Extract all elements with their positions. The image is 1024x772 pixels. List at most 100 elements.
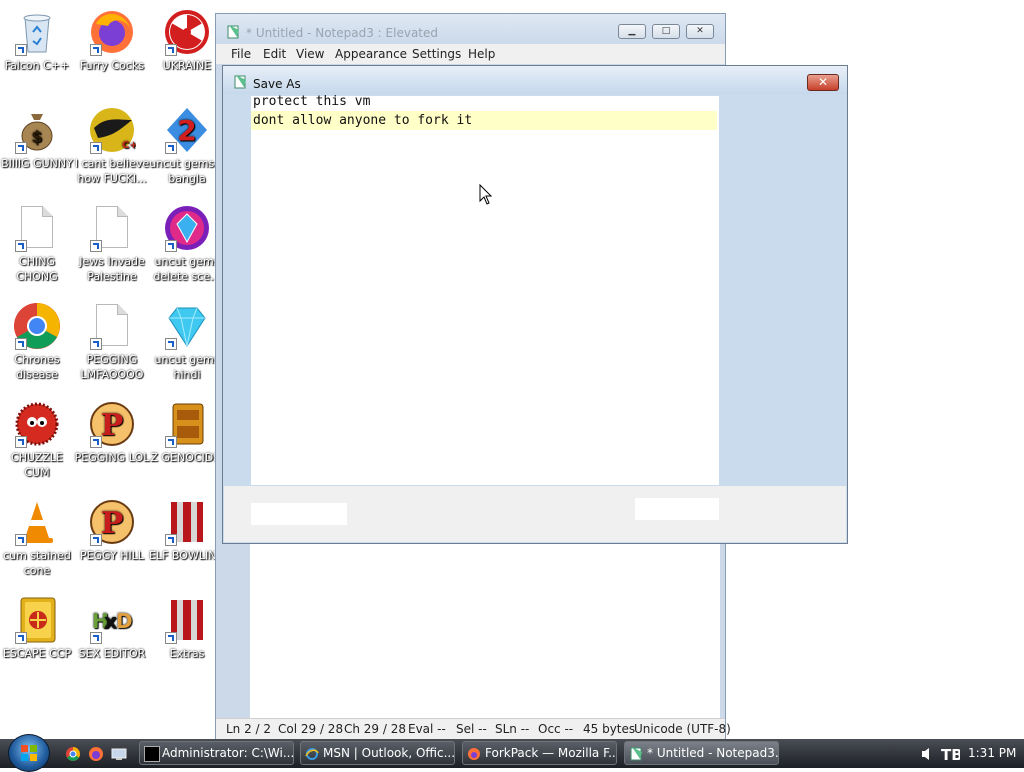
taskbar-item-msn[interactable]: MSN | Outlook, Offic... <box>300 741 455 765</box>
desktop-icon-label: Furry Cocks <box>79 59 145 72</box>
desktop-icon-ukraine[interactable]: UKRAINE <box>149 8 225 73</box>
desktop-icon-uncut-bangla[interactable]: 2 uncut gems 2 bangla <box>149 106 225 186</box>
chrome-icon[interactable] <box>65 746 81 762</box>
desktop-icon-chrones[interactable]: Chrones disease <box>0 302 75 382</box>
svg-text:P: P <box>101 408 124 443</box>
desktop-icon-label: PEGGING LOL <box>74 451 150 464</box>
desktop-icon-furry[interactable]: Furry Cocks <box>74 8 150 73</box>
start-button[interactable] <box>8 734 50 772</box>
desktop-icon-billig[interactable]: $ BIlllG GUNNY <box>0 106 75 171</box>
clock[interactable]: 1:31 PM <box>968 746 1016 760</box>
menu-appearance[interactable]: Appearance <box>335 47 407 61</box>
desktop-icon-peggy[interactable]: P PEGGY HILL <box>74 498 150 563</box>
desktop-icon-extras[interactable]: Extras <box>149 596 225 661</box>
status-column: Col 29 / 28 <box>278 722 344 736</box>
desktop-icon-label: uncut gems delete sce... <box>153 255 221 283</box>
taskbar-item-label: MSN | Outlook, Offic... <box>323 746 455 760</box>
desktop-icon-label: cum stained cone <box>3 549 71 577</box>
save-as-titlebar[interactable]: Save As ✕ <box>223 66 847 94</box>
desktop-icon-ching[interactable]: CHING CHONG <box>0 204 75 284</box>
recycle-bin-icon <box>13 8 61 56</box>
dialog-content-area[interactable]: protect this vm dont allow anyone to for… <box>251 94 719 485</box>
text-document-icon <box>88 204 136 252</box>
menu-view[interactable]: View <box>296 47 324 61</box>
desktop-icon-label: Jews Invade Palestine <box>79 255 145 283</box>
text-document-icon <box>13 204 61 252</box>
taskbar-item-label: Administrator: C:\Wi... <box>162 746 294 760</box>
firefox-icon <box>88 8 136 56</box>
eagle-cpp-icon: C++ <box>88 106 146 154</box>
desktop-icon-label: uncut gems 2 bangla <box>149 157 225 185</box>
menu-help[interactable]: Help <box>468 47 495 61</box>
show-desktop-icon[interactable] <box>111 746 127 762</box>
peggle-icon: P <box>88 400 136 448</box>
desktop-icon-escape[interactable]: ESCAPE CCP <box>0 596 75 661</box>
desktop-icon-sex-editor[interactable]: HxD SEX EDITOR <box>74 596 150 661</box>
tray-app-icon[interactable]: TB <box>940 745 960 763</box>
taskbar-item-label: * Untitled - Notepad3... <box>647 746 779 760</box>
dialog-footer-right-button[interactable] <box>635 498 719 520</box>
dialog-footer-left-field[interactable] <box>251 503 347 525</box>
close-button[interactable]: ✕ <box>686 24 714 39</box>
desktop-icon-icant[interactable]: C++ I cant believe how FUCKI... <box>74 106 150 186</box>
save-as-title: Save As <box>253 77 301 91</box>
desktop-icon-chuzzle[interactable]: CHUZZLE CUM <box>0 400 75 480</box>
status-char: Ch 29 / 28 <box>344 722 407 736</box>
minimize-icon: ▁ <box>628 26 636 36</box>
taskbar-item-firefox[interactable]: ForkPack — Mozilla F... <box>462 741 617 765</box>
svg-text:D: D <box>116 609 133 633</box>
status-eval: Eval -- <box>408 722 446 736</box>
ie-icon <box>305 746 319 760</box>
desktop-icon-pegging-lol[interactable]: P PEGGING LOL <box>74 400 150 465</box>
windows-logo-icon <box>21 745 37 761</box>
desktop-icon-label: I cant believe how FUCKI... <box>74 157 150 185</box>
firefox-icon <box>467 746 481 760</box>
diamond-icon <box>163 302 211 350</box>
desktop-icon-cone[interactable]: cum stained cone <box>0 498 75 578</box>
chrome-icon <box>13 302 61 350</box>
maximize-button[interactable]: □ <box>652 24 680 39</box>
mahjong-icon <box>13 596 61 644</box>
volume-icon[interactable] <box>920 747 934 761</box>
desktop-icon-label: Extras <box>169 647 205 660</box>
status-encoding[interactable]: Unicode (UTF-8) <box>634 722 731 736</box>
number-2-icon: 2 <box>163 106 211 154</box>
vlc-cone-icon <box>13 498 61 546</box>
desktop-icon-jews[interactable]: Jews Invade Palestine <box>74 204 150 284</box>
status-line: Ln 2 / 2 <box>226 722 272 736</box>
svg-text:C++: C++ <box>122 140 136 151</box>
cmd-icon <box>144 746 160 762</box>
desktop-icon-elf[interactable]: ELF BOWLING <box>149 498 225 563</box>
firefox-icon[interactable] <box>88 746 104 762</box>
dialog-close-button[interactable]: ✕ <box>807 74 839 91</box>
svg-text:TB: TB <box>941 746 960 763</box>
menu-file[interactable]: File <box>231 47 251 61</box>
status-bytes: 45 bytes <box>583 722 636 736</box>
desktop-icon-uncut-hindi[interactable]: uncut gems hindi <box>149 302 225 382</box>
desktop-icon-label: PEGGY HILL <box>79 549 145 562</box>
status-selection: Sel -- <box>456 722 487 736</box>
chuzzle-icon <box>13 400 61 448</box>
taskbar-item-notepad[interactable]: * Untitled - Notepad3... <box>624 741 779 765</box>
desktop-icon-label: BIlllG GUNNY <box>1 157 73 170</box>
desktop-icon-uncut-delete[interactable]: uncut gems delete sce... <box>149 204 225 284</box>
desktop-icon-label: Z GENOCIDIS <box>150 451 224 464</box>
svg-text:P: P <box>101 506 124 541</box>
menu-edit[interactable]: Edit <box>263 47 286 61</box>
desktop-icon-zuma[interactable]: Z GENOCIDIS <box>149 400 225 465</box>
desktop-icon-pegging-lmfao[interactable]: PEGGING LMFAOOOO <box>74 302 150 382</box>
svg-text:2: 2 <box>177 114 196 147</box>
hxd-icon: HxD <box>88 596 136 644</box>
save-as-dialog: Save As ✕ protect this vm dont allow any… <box>222 65 848 544</box>
minimize-button[interactable]: ▁ <box>618 24 646 39</box>
close-icon: ✕ <box>817 75 829 89</box>
winrar-icon <box>163 498 211 546</box>
desktop-icon-label: SEX EDITOR <box>78 647 146 660</box>
money-bag-icon: $ <box>13 106 61 154</box>
mouse-cursor-icon <box>479 184 493 205</box>
taskbar-item-cmd[interactable]: Administrator: C:\Wi... <box>139 741 294 765</box>
menu-settings[interactable]: Settings <box>412 47 461 61</box>
desktop-icon-label: PEGGING LMFAOOOO <box>80 353 144 381</box>
desktop-icon-falcon[interactable]: Falcon C++ <box>0 8 75 73</box>
desktop-icon-label: CHING CHONG <box>16 255 58 283</box>
